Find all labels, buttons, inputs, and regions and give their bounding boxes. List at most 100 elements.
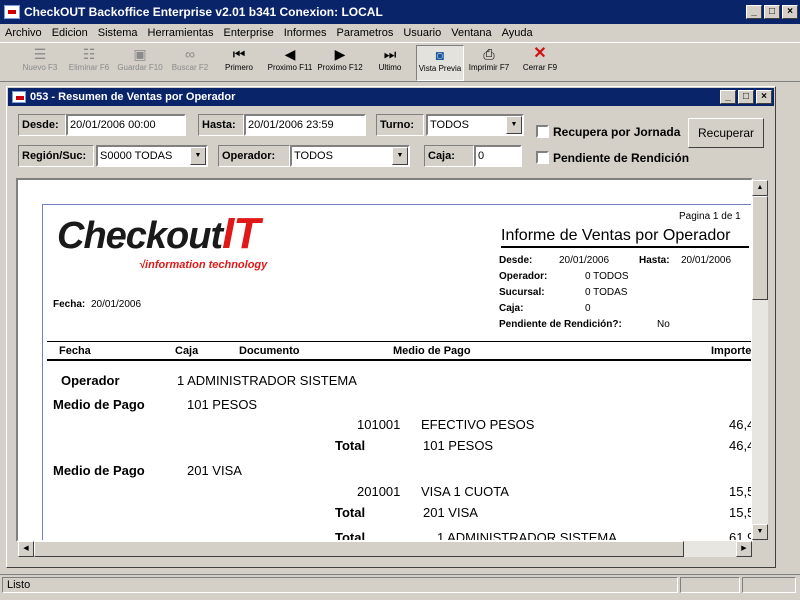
menu-informes[interactable]: Informes xyxy=(279,27,332,39)
hasta-field[interactable]: 20/01/2006 23:59 xyxy=(244,114,366,136)
minimize-button[interactable]: _ xyxy=(746,5,762,19)
scroll-up-icon[interactable]: ▲ xyxy=(752,180,768,196)
menu-herramientas[interactable]: Herramientas xyxy=(143,27,219,39)
cerrar-button[interactable]: ✕ Cerrar F9 xyxy=(518,45,562,81)
pendiente-label: Pendiente de Rendición xyxy=(553,151,690,165)
scroll-thumb[interactable] xyxy=(752,196,768,300)
total-label: Total xyxy=(335,505,366,520)
total-value: 201 VISA xyxy=(423,505,478,520)
prev-record-icon: ◀ xyxy=(284,46,296,62)
region-value: S0000 TODAS xyxy=(100,150,173,162)
scroll-left-icon[interactable]: ◀ xyxy=(18,541,34,557)
operador-value-report: 0 TODOS xyxy=(585,271,629,282)
turno-value: TODOS xyxy=(430,119,469,131)
operador-row-label: Operador xyxy=(61,373,120,388)
operador-select[interactable]: TODOS ▼ xyxy=(290,145,410,167)
region-select[interactable]: S0000 TODAS ▼ xyxy=(96,145,208,167)
status-bar: Listo xyxy=(0,574,800,594)
app-icon xyxy=(4,5,20,19)
menu-archivo[interactable]: Archivo xyxy=(0,27,47,39)
chevron-down-icon[interactable]: ▼ xyxy=(506,116,522,134)
primero-button[interactable]: ⏮ Primero xyxy=(218,45,260,81)
next-record-icon: ▶ xyxy=(334,46,346,62)
operador-label: Operador: xyxy=(218,145,290,167)
desde-label: Desde: xyxy=(18,114,66,136)
col-medio: Medio de Pago xyxy=(393,345,471,357)
menu-ventana[interactable]: Ventana xyxy=(446,27,496,39)
vertical-scrollbar[interactable]: ▲ ▼ xyxy=(752,180,768,540)
toolbar: ☰ Nuevo F3 ☷ Eliminar F6 ▣ Guardar F10 ∞ Bus… xyxy=(0,42,800,82)
new-doc-icon: ☰ xyxy=(33,46,47,62)
logo-subtitle: √information technology xyxy=(139,259,268,271)
recuperar-button[interactable]: Recuperar xyxy=(688,118,764,148)
pendiente-key: Pendiente de Rendición?: xyxy=(499,319,622,330)
menu-ayuda[interactable]: Ayuda xyxy=(497,27,538,39)
vista-previa-button[interactable]: ◙ Vista Previa xyxy=(416,45,464,81)
logo: CheckoutIT xyxy=(57,209,260,258)
recupera-jornada-checkbox[interactable] xyxy=(536,125,549,138)
operador-row-value: 1 ADMINISTRADOR SISTEMA xyxy=(177,373,357,388)
desde-field[interactable]: 20/01/2006 00:00 xyxy=(66,114,186,136)
detail-desc: VISA 1 CUOTA xyxy=(421,484,509,499)
turno-label: Turno: xyxy=(376,114,424,136)
close-button[interactable]: × xyxy=(782,5,798,19)
turno-select[interactable]: TODOS ▼ xyxy=(426,114,524,136)
col-fecha: Fecha xyxy=(59,345,91,357)
hasta-label: Hasta: xyxy=(198,114,244,136)
proximo-f11-button[interactable]: ◀ Proximo F11 xyxy=(266,45,314,81)
maximize-button[interactable]: □ xyxy=(764,5,780,19)
chevron-down-icon[interactable]: ▼ xyxy=(190,147,206,165)
fecha-key: Fecha: xyxy=(53,299,86,310)
menu-enterprise[interactable]: Enterprise xyxy=(219,27,279,39)
menu-usuario[interactable]: Usuario xyxy=(398,27,446,39)
guardar-button[interactable]: ▣ Guardar F10 xyxy=(114,45,166,81)
total-amount: 46,4 xyxy=(729,438,753,453)
menu-parametros[interactable]: Parametros xyxy=(331,27,398,39)
menu-edicion[interactable]: Edicion xyxy=(47,27,93,39)
child-maximize-button[interactable]: □ xyxy=(738,90,754,104)
caja-field[interactable]: 0 xyxy=(474,145,522,167)
caja-label: Caja: xyxy=(424,145,474,167)
scroll-down-icon[interactable]: ▼ xyxy=(752,524,768,540)
chevron-down-icon[interactable]: ▼ xyxy=(392,147,408,165)
imprimir-button[interactable]: ⎙ Imprimir F7 xyxy=(466,45,512,81)
col-caja: Caja xyxy=(175,345,199,357)
child-close-button[interactable]: × xyxy=(756,90,772,104)
child-minimize-button[interactable]: _ xyxy=(720,90,736,104)
horizontal-scrollbar[interactable]: ◀ ▶ xyxy=(18,541,752,557)
detail-amount: 15,5 xyxy=(729,484,753,499)
eliminar-button[interactable]: ☷ Eliminar F6 xyxy=(66,45,112,81)
report-title: Informe de Ventas por Operador xyxy=(501,227,749,248)
scroll-right-icon[interactable]: ▶ xyxy=(736,541,752,557)
status-panel xyxy=(680,577,740,593)
ultimo-button[interactable]: ⏭ Ultimo xyxy=(370,45,410,81)
save-icon: ▣ xyxy=(133,46,147,62)
preview-icon: ◙ xyxy=(435,47,445,63)
close-x-icon: ✕ xyxy=(533,45,547,62)
caja-value-report: 0 xyxy=(585,303,591,314)
nuevo-button[interactable]: ☰ Nuevo F3 xyxy=(18,45,62,81)
col-documento: Documento xyxy=(239,345,300,357)
medio-pago-row-value: 201 VISA xyxy=(187,463,242,478)
report-preview[interactable]: CheckoutIT √information technology Pagin… xyxy=(16,178,753,542)
hasta-key: Hasta: xyxy=(639,255,670,266)
detail-code: 101001 xyxy=(357,417,401,432)
status-panel xyxy=(742,577,796,593)
operador-key: Operador: xyxy=(499,271,548,282)
last-record-icon: ⏭ xyxy=(383,46,397,62)
binoculars-icon: ∞ xyxy=(185,46,195,62)
proximo-f12-button[interactable]: ▶ Proximo F12 xyxy=(316,45,364,81)
detail-code: 201001 xyxy=(357,484,401,499)
col-importe: Importe xyxy=(711,345,752,357)
scroll-thumb-h[interactable] xyxy=(34,541,684,557)
caja-key: Caja: xyxy=(499,303,524,314)
fecha-value: 20/01/2006 xyxy=(91,299,142,310)
status-text: Listo xyxy=(2,577,678,593)
desde-key: Desde: xyxy=(499,255,533,266)
region-label: Región/Suc: xyxy=(18,145,94,167)
pendiente-checkbox[interactable] xyxy=(536,151,549,164)
report-window-title: 053 - Resumen de Ventas por Operador xyxy=(30,91,236,103)
buscar-button[interactable]: ∞ Buscar F2 xyxy=(168,45,212,81)
menu-sistema[interactable]: Sistema xyxy=(93,27,143,39)
sucursal-key: Sucursal: xyxy=(499,287,545,298)
